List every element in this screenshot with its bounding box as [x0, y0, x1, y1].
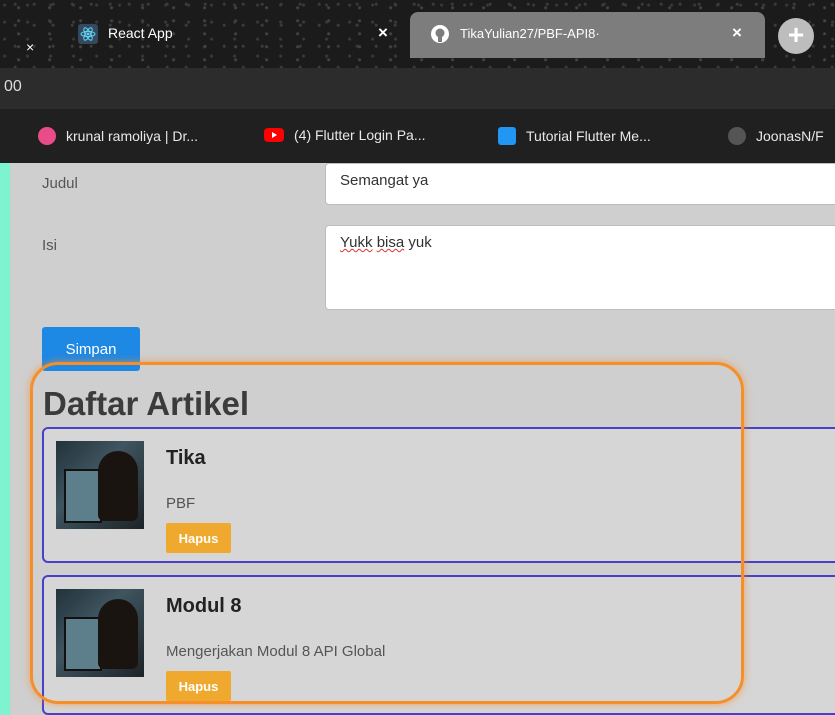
- browser-tab-strip: × React App × TikaYulian27/PBF-API8· × +: [0, 0, 835, 68]
- isi-textarea[interactable]: Yukk bisa yuk: [325, 225, 835, 310]
- react-icon: [78, 24, 98, 44]
- bookmark-label: krunal ramoliya | Dr...: [66, 128, 199, 144]
- tab-title: React App: [108, 25, 173, 41]
- address-bar[interactable]: 00: [0, 68, 835, 109]
- article-thumbnail: [56, 589, 144, 677]
- github-icon: [728, 127, 746, 145]
- github-icon: [430, 24, 450, 44]
- bookmark-label: Tutorial Flutter Me...: [526, 128, 651, 144]
- simpan-button[interactable]: Simpan: [42, 327, 140, 371]
- bookmark-label: JoonasN/F: [756, 128, 824, 144]
- tab-github[interactable]: TikaYulian27/PBF-API8· ×: [410, 12, 765, 58]
- flutter-icon: [498, 127, 516, 145]
- youtube-icon: [264, 128, 284, 142]
- article-card: Modul 8 Mengerjakan Modul 8 API Global H…: [42, 575, 835, 715]
- dribbble-icon: [38, 127, 56, 145]
- hapus-button[interactable]: Hapus: [166, 671, 231, 701]
- bookmark-item[interactable]: (4) Flutter Login Pa...: [264, 127, 426, 143]
- left-stripe: [0, 163, 10, 715]
- isi-label: Isi: [42, 237, 57, 254]
- bookmark-label: (4) Flutter Login Pa...: [294, 127, 426, 143]
- judul-value: Semangat ya: [340, 172, 429, 189]
- judul-label: Judul: [42, 175, 78, 192]
- judul-input[interactable]: Semangat ya: [325, 163, 835, 205]
- bookmarks-bar: krunal ramoliya | Dr... (4) Flutter Logi…: [0, 109, 835, 163]
- article-body: Mengerjakan Modul 8 API Global: [166, 643, 386, 660]
- isi-word: Yukk: [340, 234, 373, 251]
- bookmark-item[interactable]: JoonasN/F: [728, 127, 824, 145]
- hapus-button[interactable]: Hapus: [166, 523, 231, 553]
- tab-title: TikaYulian27/PBF-API8·: [460, 26, 600, 41]
- article-title: Tika: [166, 447, 206, 469]
- isi-rest: yuk: [404, 234, 432, 251]
- article-thumbnail: [56, 441, 144, 529]
- bookmark-item[interactable]: krunal ramoliya | Dr...: [38, 127, 198, 145]
- article-card: Tika PBF Hapus: [42, 427, 835, 563]
- tab-react-app[interactable]: React App ×: [0, 12, 408, 58]
- isi-word: bisa: [376, 234, 405, 251]
- article-body: PBF: [166, 495, 196, 512]
- article-title: Modul 8: [166, 595, 242, 617]
- new-tab-button[interactable]: +: [778, 18, 814, 54]
- page-content: Judul Semangat ya Isi Yukk bisa yuk Simp…: [0, 163, 835, 715]
- close-tab-icon[interactable]: ×: [732, 23, 742, 43]
- page-title: Daftar Artikel: [43, 385, 250, 422]
- bookmark-item[interactable]: Tutorial Flutter Me...: [498, 127, 651, 145]
- close-tab-icon[interactable]: ×: [378, 23, 388, 43]
- address-text: 00: [4, 78, 22, 95]
